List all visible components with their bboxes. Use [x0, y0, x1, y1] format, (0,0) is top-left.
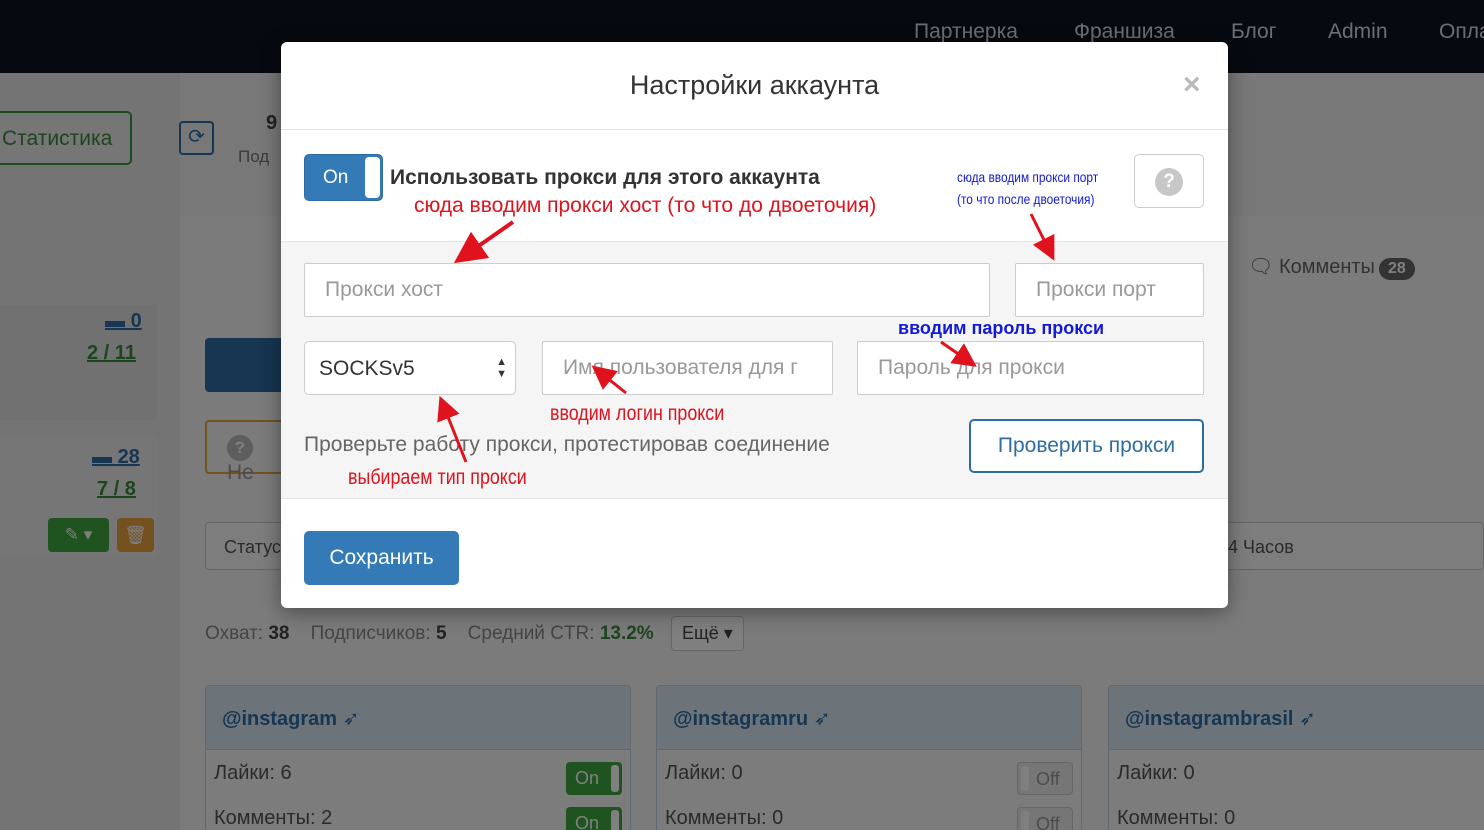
proxy-port-input[interactable] — [1015, 263, 1204, 317]
question-icon: ? — [1155, 168, 1183, 196]
modal-header: Настройки аккаунта × — [281, 42, 1228, 130]
help-button[interactable]: ? — [1134, 154, 1204, 208]
annotation-type: выбираем тип прокси — [348, 466, 527, 489]
modal-title: Настройки аккаунта — [629, 70, 880, 100]
use-proxy-toggle[interactable]: On — [304, 154, 383, 201]
proxy-password-input[interactable] — [857, 341, 1204, 395]
annotation-port-line1: сюда вводим прокси порт — [957, 169, 1099, 185]
account-settings-modal: Настройки аккаунта × On Использовать про… — [281, 42, 1228, 608]
annotation-password: вводим пароль прокси — [898, 318, 1105, 338]
annotation-login: вводим логин прокси — [550, 402, 725, 425]
annotation-host: сюда вводим прокси хост (то что до двоет… — [414, 194, 877, 217]
close-icon[interactable]: × — [1183, 68, 1201, 102]
proxy-username-input[interactable] — [542, 341, 833, 395]
annotation-port-line2: (то что после двоеточия) — [957, 191, 1095, 207]
select-arrows-icon: ▲ ▼ — [496, 356, 507, 380]
check-proxy-button[interactable]: Проверить прокси — [969, 419, 1204, 473]
save-button[interactable]: Сохранить — [304, 531, 459, 585]
use-proxy-label: Использовать прокси для этого аккаунта — [390, 166, 820, 189]
proxy-host-input[interactable] — [304, 263, 990, 317]
check-proxy-hint: Проверьте работу прокси, протестировав с… — [304, 433, 830, 456]
proxy-type-select[interactable]: SOCKSv5 ▲ ▼ — [304, 341, 516, 395]
